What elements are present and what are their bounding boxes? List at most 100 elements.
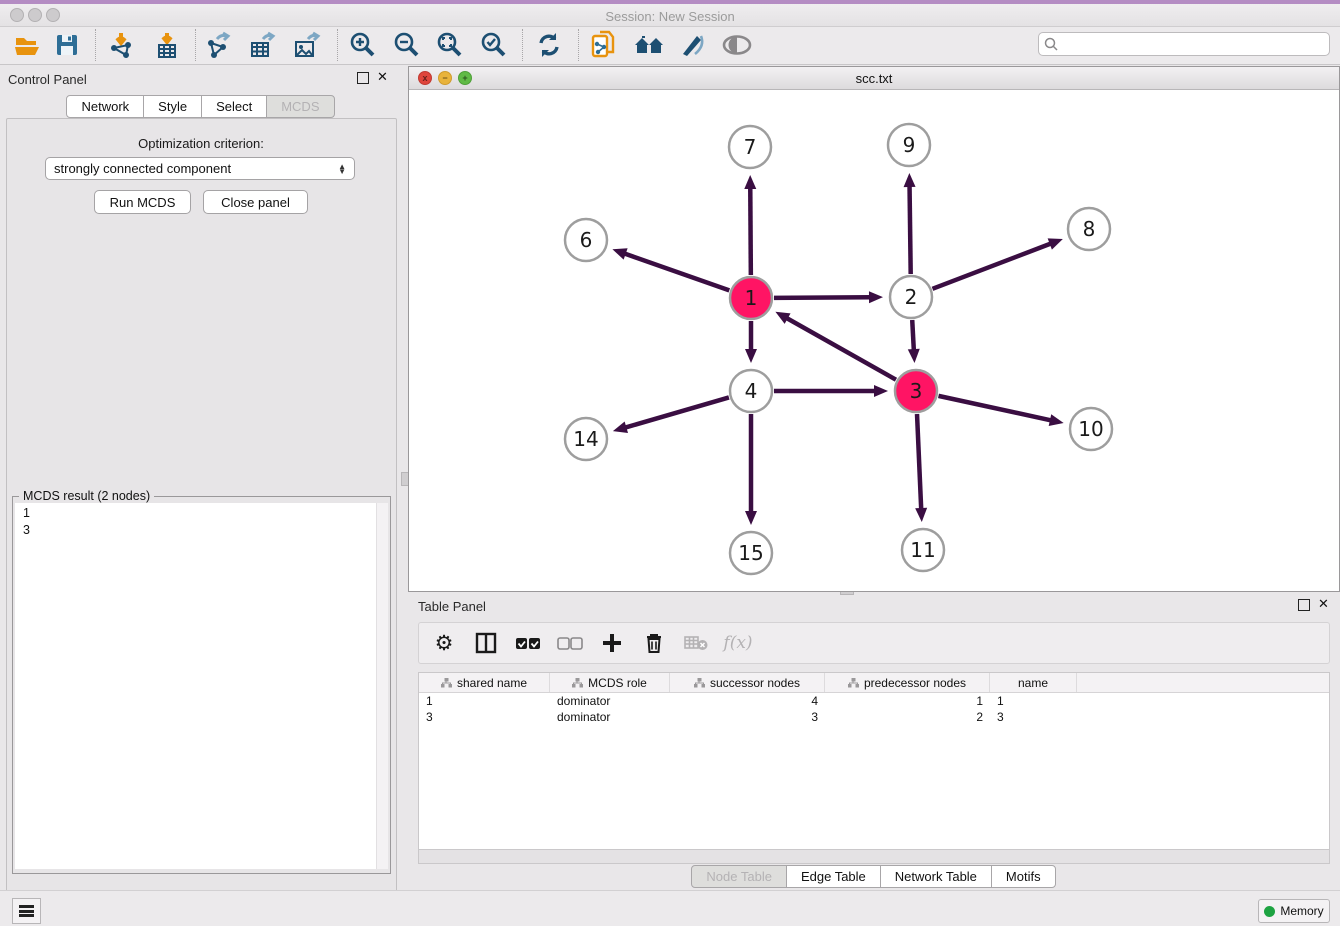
graph-node-label: 10 bbox=[1078, 417, 1103, 441]
close-panel-icon[interactable]: ✕ bbox=[377, 72, 388, 84]
split-pane-icon[interactable] bbox=[473, 630, 499, 656]
graph-edge-3-1[interactable] bbox=[786, 318, 896, 380]
add-column-icon[interactable] bbox=[599, 630, 625, 656]
import-network-icon[interactable] bbox=[104, 29, 138, 61]
tab-node-table[interactable]: Node Table bbox=[691, 865, 787, 888]
graph-edge-3-11[interactable] bbox=[917, 414, 921, 510]
import-table-icon[interactable] bbox=[150, 29, 184, 61]
graph-edge-1-6[interactable] bbox=[624, 253, 730, 290]
zoom-selected-icon[interactable] bbox=[477, 29, 511, 61]
tab-select[interactable]: Select bbox=[201, 95, 267, 118]
show-hide-icon[interactable] bbox=[720, 29, 754, 61]
graph-node-label: 1 bbox=[745, 286, 758, 310]
graph-node-label: 6 bbox=[580, 228, 593, 252]
graph-edge-2-3[interactable] bbox=[912, 320, 914, 351]
network-graph-canvas[interactable]: 1234678910111415 bbox=[409, 89, 1339, 591]
column-header[interactable]: MCDS role bbox=[550, 673, 670, 692]
memory-status-icon bbox=[1264, 906, 1275, 917]
toolbar-separator bbox=[578, 29, 579, 61]
tab-style[interactable]: Style bbox=[143, 95, 202, 118]
zoom-in-icon[interactable] bbox=[346, 29, 380, 61]
tree-icon bbox=[441, 678, 452, 688]
optimization-criterion-label: Optimization criterion: bbox=[0, 136, 402, 151]
zoom-out-icon[interactable] bbox=[390, 29, 424, 61]
float-panel-icon[interactable] bbox=[1298, 599, 1310, 611]
titlebar: Session: New Session bbox=[0, 4, 1340, 27]
table-column-headers: shared name MCDS role successor nodes pr… bbox=[419, 673, 1329, 693]
tab-edge-table[interactable]: Edge Table bbox=[786, 865, 881, 888]
refresh-icon[interactable] bbox=[532, 29, 566, 61]
column-header[interactable]: name bbox=[990, 673, 1077, 692]
first-neighbors-icon[interactable] bbox=[632, 29, 666, 61]
tree-icon bbox=[694, 678, 705, 688]
zoom-fit-icon[interactable] bbox=[433, 29, 467, 61]
control-panel: Control Panel ✕ Network Style Select MCD… bbox=[0, 64, 402, 890]
list-icon bbox=[19, 904, 34, 919]
mcds-result-scrollbar[interactable] bbox=[376, 503, 388, 869]
graph-edge-2-9[interactable] bbox=[910, 185, 911, 274]
table-horizontal-scrollbar[interactable] bbox=[418, 850, 1330, 864]
memory-button[interactable]: Memory bbox=[1258, 899, 1330, 923]
function-builder-icon[interactable]: f(x) bbox=[725, 630, 751, 656]
control-panel-buttons: ✕ bbox=[357, 72, 388, 84]
mcds-result-item[interactable]: 3 bbox=[23, 522, 377, 539]
export-image-icon[interactable] bbox=[290, 29, 324, 61]
node-table[interactable]: shared name MCDS role successor nodes pr… bbox=[418, 672, 1330, 850]
tree-icon bbox=[572, 678, 583, 688]
delete-column-icon[interactable] bbox=[641, 630, 667, 656]
tab-network[interactable]: Network bbox=[66, 95, 144, 118]
graph-node-label: 11 bbox=[910, 538, 935, 562]
tab-mcds[interactable]: MCDS bbox=[266, 95, 334, 118]
graph-edge-arrowhead bbox=[745, 349, 757, 363]
toolbar-separator bbox=[95, 29, 96, 61]
run-mcds-button[interactable]: Run MCDS bbox=[94, 190, 191, 214]
graph-node-label: 8 bbox=[1083, 217, 1096, 241]
graph-node-label: 14 bbox=[573, 427, 598, 451]
close-panel-button[interactable]: Close panel bbox=[203, 190, 308, 214]
graph-edge-4-14[interactable] bbox=[624, 397, 729, 427]
graph-edge-arrowhead bbox=[1048, 238, 1063, 249]
open-session-icon[interactable] bbox=[10, 29, 44, 61]
graph-edge-arrowhead bbox=[613, 422, 628, 434]
delete-table-icon[interactable] bbox=[683, 630, 709, 656]
tab-network-table[interactable]: Network Table bbox=[880, 865, 992, 888]
select-all-icon[interactable] bbox=[515, 630, 541, 656]
graph-edge-3-10[interactable] bbox=[938, 396, 1051, 421]
graph-edge-1-2[interactable] bbox=[774, 297, 871, 298]
duplicate-network-icon[interactable] bbox=[588, 29, 622, 61]
graph-node-label: 7 bbox=[744, 135, 757, 159]
table-toolbar: ⚙ f(x) bbox=[418, 622, 1330, 664]
table-panel: Table Panel ✕ ⚙ f(x) shared name MCDS ro… bbox=[408, 594, 1340, 890]
column-header[interactable]: predecessor nodes bbox=[825, 673, 990, 692]
tab-motifs[interactable]: Motifs bbox=[991, 865, 1056, 888]
graph-edge-2-8[interactable] bbox=[932, 243, 1051, 289]
graph-edge-arrowhead bbox=[612, 248, 627, 259]
table-panel-title: Table Panel bbox=[418, 599, 486, 614]
mcds-result-list[interactable]: 13 bbox=[15, 503, 377, 869]
criterion-select[interactable]: strongly connected component ▲▼ bbox=[45, 157, 355, 180]
gear-icon[interactable]: ⚙ bbox=[431, 630, 457, 656]
graph-node-label: 15 bbox=[738, 541, 763, 565]
graph-edge-arrowhead bbox=[744, 175, 756, 189]
select-arrows-icon: ▲▼ bbox=[338, 164, 346, 174]
toolbar-separator bbox=[195, 29, 196, 61]
mcds-result-item[interactable]: 1 bbox=[23, 505, 377, 522]
graph-edge-arrowhead bbox=[745, 511, 757, 525]
column-header[interactable]: shared name bbox=[419, 673, 550, 692]
close-panel-icon[interactable]: ✕ bbox=[1318, 599, 1329, 611]
export-table-icon[interactable] bbox=[246, 29, 280, 61]
column-header[interactable]: successor nodes bbox=[670, 673, 825, 692]
network-window-titlebar: x − + scc.txt bbox=[409, 67, 1339, 90]
float-panel-icon[interactable] bbox=[357, 72, 369, 84]
apply-style-icon[interactable] bbox=[676, 29, 710, 61]
graph-edge-arrowhead bbox=[874, 385, 888, 397]
save-session-icon[interactable] bbox=[50, 29, 84, 61]
export-network-icon[interactable] bbox=[202, 29, 236, 61]
graph-edge-1-7[interactable] bbox=[750, 187, 751, 275]
task-history-button[interactable] bbox=[12, 898, 41, 924]
deselect-all-icon[interactable] bbox=[557, 630, 583, 656]
search-input[interactable] bbox=[1038, 32, 1330, 56]
tree-icon bbox=[848, 678, 859, 688]
table-row[interactable]: 1 dominator 4 1 1 bbox=[419, 693, 1329, 709]
table-row[interactable]: 3 dominator 3 2 3 bbox=[419, 709, 1329, 725]
